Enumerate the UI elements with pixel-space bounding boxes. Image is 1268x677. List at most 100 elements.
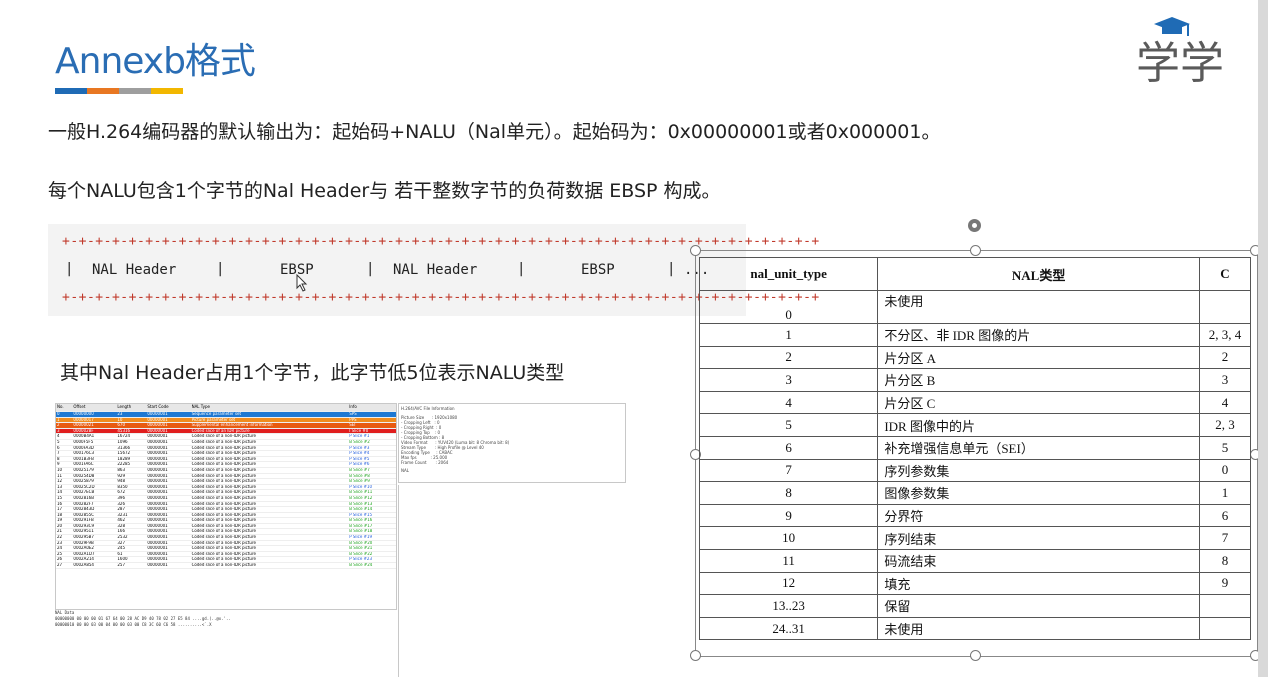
analyzer-cell: 27: [56, 562, 73, 569]
c-value-cell: 4: [1198, 390, 1252, 415]
structure-cell-nal-header: NAL Header: [393, 262, 478, 278]
nal-unit-type-cell: 1: [698, 323, 879, 347]
nal-table-row: 24..31 未使用: [698, 616, 1252, 641]
nal-unit-type-cell: 6: [698, 435, 879, 460]
structure-cell-nal-header: NAL Header: [92, 262, 177, 278]
nal-unit-type-table: nal_unit_type NAL类型 C 0 未使用 1 不分区、非 IDR 图像的…: [698, 257, 1252, 641]
logo-text: 学学: [1136, 38, 1224, 89]
file-info-title: H.264/AVC File Information: [401, 406, 455, 411]
column-header-nal-unit-type: nal_unit_type: [698, 257, 879, 291]
nal-table-row: 5 IDR 图像中的片 2, 3: [698, 413, 1252, 437]
resize-handle-icon[interactable]: [690, 650, 701, 661]
nal-table-row: 4 片分区 C4: [698, 390, 1252, 415]
intro-text: 一般H.264编码器的默认输出为：起始码+NALU（Nal单元）。起始码为：0x…: [48, 121, 941, 143]
nal-unit-type-cell: 3: [698, 368, 879, 392]
nalu-structure-diagram: +-+-+-+-+-+-+-+-+-+-+-+-+-+-+-+-+-+-+-+-…: [48, 224, 819, 316]
nal-unit-type-cell: 8: [698, 481, 879, 505]
panel-divider: [398, 485, 399, 677]
resize-handle-icon[interactable]: [970, 650, 981, 661]
nal-type-name-cell: 序列结束: [877, 526, 1200, 550]
nal-type-name-cell: 片分区 C: [877, 390, 1200, 415]
c-value-cell: [1198, 594, 1252, 618]
nal-type-name-cell: 未使用: [877, 290, 1200, 324]
nal-unit-type-cell: 9: [698, 503, 879, 528]
analyzer-column-header[interactable]: NAL Type: [190, 404, 349, 412]
analyzer-cell: 00000001: [146, 562, 191, 569]
analyzer-cell: Coded slice of a non-IDR picture: [190, 562, 349, 569]
c-value-cell: 7: [1198, 526, 1252, 550]
h264-analyzer-screenshot: No. Offset Length Start Code NAL Type Info 00…: [55, 403, 397, 610]
analyzer-column-header[interactable]: No.: [56, 404, 73, 412]
nal-table-row: 6 补充增强信息单元（SEI） 5: [698, 435, 1252, 460]
rotate-handle-icon[interactable]: [968, 219, 981, 232]
graduation-cap-icon: [1154, 17, 1190, 36]
structure-separator: |: [517, 261, 526, 277]
file-info-panel: H.264/AVC File Information Picture Size …: [398, 403, 626, 483]
analyzer-column-header[interactable]: Offset: [72, 404, 117, 412]
analyzer-column-header[interactable]: Length: [116, 404, 147, 412]
window-edge: [1258, 0, 1268, 677]
c-value-cell: 9: [1198, 571, 1252, 596]
title-underline-segment: [151, 88, 183, 94]
logo: 学学: [1136, 17, 1224, 89]
analyzer-column-header[interactable]: Info: [348, 404, 396, 412]
analyzer-row[interactable]: 27 0002A854 257 00000001 Coded slice of a no…: [56, 562, 396, 569]
analyzer-cell: B Slice #24: [348, 562, 396, 569]
file-info-lines: Picture Size : 1920x1080- Cropping Left …: [401, 415, 623, 465]
hex-line: 00000010 00 00 03 00 04 00 00 03 00 C8 3…: [55, 622, 212, 627]
nal-type-name-cell: IDR 图像中的片: [877, 413, 1200, 437]
c-value-cell: 8: [1198, 548, 1252, 573]
resize-handle-icon[interactable]: [690, 245, 701, 256]
nal-table-row: 10 序列结束 7: [698, 526, 1252, 550]
nal-unit-type-cell: 2: [698, 345, 879, 370]
slide: Annexb格式 学学 一般H.264编码器的默认输出为：起始码+NALU（Na…: [0, 0, 1261, 677]
nal-unit-type-cell: 24..31: [698, 616, 879, 641]
c-value-cell: 1: [1198, 481, 1252, 505]
c-value-cell: 6: [1198, 503, 1252, 528]
nal-table-row: 7 序列参数集 0: [698, 458, 1252, 483]
c-value-cell: 3: [1198, 368, 1252, 392]
mouse-cursor-icon: [296, 274, 308, 292]
file-info-tree: NAL: [401, 468, 409, 473]
structure-top-border: +-+-+-+-+-+-+-+-+-+-+-+-+-+-+-+-+-+-+-+-…: [62, 234, 820, 249]
nal-table-row: 13..23 保留: [698, 594, 1252, 618]
slide-title: Annexb格式: [55, 41, 256, 82]
nal-unit-type-cell: 13..23: [698, 594, 879, 618]
nal-unit-type-cell: 4: [698, 390, 879, 415]
nal-type-name-cell: 保留: [877, 594, 1200, 618]
nal-type-name-cell: 不分区、非 IDR 图像的片: [877, 323, 1200, 347]
nal-header-description: 其中Nal Header占用1个字节，此字节低5位表示NALU类型: [60, 362, 565, 384]
analyzer-column-header[interactable]: Start Code: [146, 404, 191, 412]
nal-unit-type-cell: 10: [698, 526, 879, 550]
structure-cell-ebsp: EBSP: [581, 262, 615, 278]
nal-table-row: 1 不分区、非 IDR 图像的片 2, 3, 4: [698, 323, 1252, 347]
nal-table-row: 3 片分区 B3: [698, 368, 1252, 392]
resize-handle-icon[interactable]: [970, 245, 981, 256]
nal-list-table: No. Offset Length Start Code NAL Type Info 00…: [56, 404, 396, 569]
nal-table-row: 8 图像参数集 1: [698, 481, 1252, 505]
nal-type-name-cell: 图像参数集: [877, 481, 1200, 505]
title-underline-segment: [87, 88, 119, 94]
c-value-cell: [1198, 616, 1252, 641]
c-value-cell: [1198, 290, 1252, 324]
structure-separator: |: [366, 261, 375, 277]
nal-type-name-cell: 分界符: [877, 503, 1200, 528]
nal-table-row: 2 片分区 A2: [698, 345, 1252, 370]
nal-table-row: 9 分界符 6: [698, 503, 1252, 528]
nal-unit-type-cell: 0: [698, 290, 879, 324]
column-header-c: C: [1198, 257, 1252, 291]
nal-unit-type-cell: 12: [698, 571, 879, 596]
structure-separator: |: [65, 261, 74, 277]
nal-table-row: 11 码流结束 8: [698, 548, 1252, 573]
c-value-cell: 2: [1198, 345, 1252, 370]
file-info-line: Frame Count : 2064: [401, 460, 449, 465]
nal-unit-type-cell: 5: [698, 413, 879, 437]
column-header-nal-type: NAL类型: [877, 257, 1200, 291]
nal-table-row: 0 未使用: [698, 290, 1252, 324]
title-underline-segment: [55, 88, 87, 94]
nal-type-name-cell: 片分区 B: [877, 368, 1200, 392]
nal-type-name-cell: 未使用: [877, 616, 1200, 641]
analyzer-cell: 0002A854: [72, 562, 117, 569]
nal-table-row: 12 填充 9: [698, 571, 1252, 596]
structure-separator: |: [667, 261, 676, 277]
